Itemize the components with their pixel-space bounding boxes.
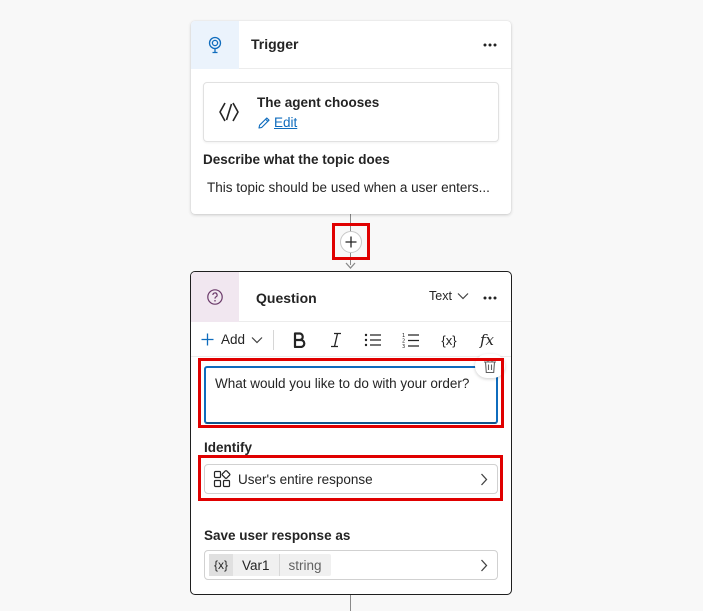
question-header: Question Text	[191, 272, 511, 322]
more-icon	[483, 43, 497, 47]
connector-line	[350, 595, 351, 611]
italic-button[interactable]	[324, 329, 348, 351]
bold-icon	[293, 332, 306, 348]
numbered-list-button[interactable]: 123	[399, 329, 423, 351]
chevron-down-icon	[457, 293, 469, 300]
bullet-list-icon	[364, 333, 381, 347]
agent-chooses-box: The agent chooses Edit	[203, 82, 499, 142]
edit-label: Edit	[274, 115, 298, 130]
italic-icon	[331, 332, 341, 348]
edit-link[interactable]: Edit	[257, 115, 297, 130]
add-label: Add	[221, 332, 246, 347]
trigger-node[interactable]: Trigger The agent chooses Edit Describe …	[191, 21, 511, 214]
variable-button[interactable]: {x}	[437, 329, 461, 351]
identify-highlight	[198, 455, 503, 501]
agent-title: The agent chooses	[257, 95, 380, 110]
question-title: Question	[256, 290, 317, 306]
add-node-icon	[345, 236, 357, 248]
edit-icon	[258, 116, 270, 129]
chevron-right-icon	[481, 559, 488, 572]
formula-button[interactable]: fx	[475, 329, 499, 351]
trigger-icon	[191, 21, 239, 69]
toolbar-divider	[273, 329, 275, 350]
formula-icon: fx	[479, 331, 494, 349]
save-variable-selector[interactable]: {x} Var1 string	[204, 550, 498, 580]
description-label: Describe what the topic does	[203, 152, 390, 167]
variable-type: string	[288, 557, 322, 573]
description-text[interactable]: This topic should be used when a user en…	[207, 180, 490, 195]
trigger-header: Trigger	[191, 21, 511, 69]
trigger-more-button[interactable]	[479, 35, 501, 55]
question-node[interactable]: Question Text Add 123 {x} fx What would …	[190, 271, 512, 595]
more-icon	[483, 296, 497, 300]
svg-text:3: 3	[402, 344, 405, 348]
agent-icon	[219, 102, 239, 122]
variable-pill: {x} Var1 string	[209, 554, 331, 576]
add-menu-button[interactable]: Add	[201, 332, 263, 347]
trigger-title: Trigger	[251, 36, 299, 52]
add-node-button[interactable]	[340, 231, 362, 253]
plus-icon	[201, 333, 214, 346]
type-value: Text	[429, 289, 452, 303]
question-icon	[191, 272, 239, 322]
question-more-button[interactable]	[479, 288, 501, 308]
save-response-label: Save user response as	[204, 528, 351, 543]
bold-button[interactable]	[287, 329, 311, 351]
chevron-down-icon	[251, 336, 263, 343]
connector-arrow-icon	[345, 262, 356, 269]
identify-label: Identify	[204, 440, 253, 455]
formatting-toolbar: Add	[191, 323, 511, 357]
variable-icon: {x}	[209, 554, 234, 576]
numbered-list-icon: 123	[402, 333, 419, 348]
type-dropdown[interactable]: Text	[429, 289, 469, 303]
message-highlight	[198, 358, 504, 428]
variable-name: Var1	[233, 554, 280, 576]
variable-icon: {x}	[441, 332, 457, 348]
bullet-list-button[interactable]	[361, 329, 385, 351]
